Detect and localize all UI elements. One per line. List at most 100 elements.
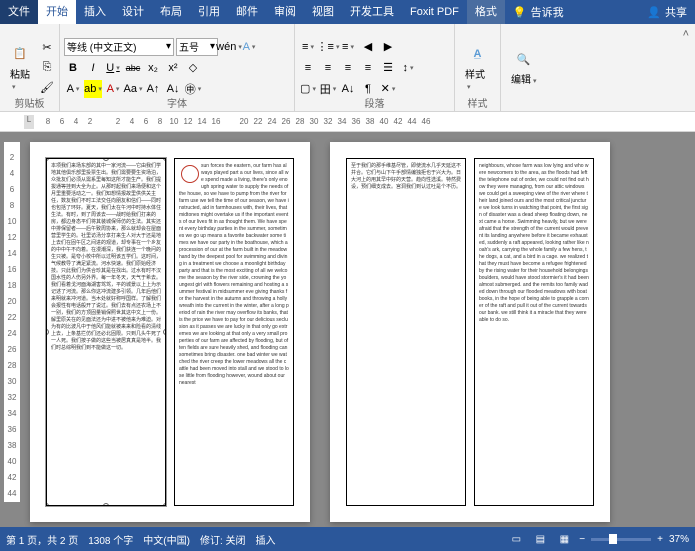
- menu-developer[interactable]: 开发工具: [342, 0, 402, 24]
- zoom-out-button[interactable]: −: [579, 534, 585, 545]
- print-layout-button[interactable]: ▤: [531, 530, 549, 548]
- resize-handle-tm[interactable]: [103, 158, 109, 161]
- web-icon: ▦: [560, 534, 569, 545]
- editing-button[interactable]: 🔍 编辑: [505, 26, 543, 109]
- numbering-button[interactable]: ⋮≡: [319, 38, 337, 56]
- read-mode-button[interactable]: ▭: [507, 530, 525, 548]
- distributed-button[interactable]: ☰: [379, 59, 397, 77]
- zoom-thumb[interactable]: [609, 534, 617, 544]
- clipboard-label: 剪贴板: [0, 95, 59, 110]
- group-editing: 🔍 编辑: [501, 24, 547, 111]
- align-justify-button[interactable]: ≡: [359, 59, 377, 77]
- menu-foxit[interactable]: Foxit PDF: [402, 0, 467, 24]
- ruby-button[interactable]: wén: [220, 38, 238, 56]
- menu-mailings[interactable]: 邮件: [228, 0, 266, 24]
- text-content: sun forces the eastern, our farm has alw…: [179, 163, 289, 386]
- collapse-ribbon-button[interactable]: ˄: [677, 24, 695, 111]
- paste-icon: 📋: [10, 44, 30, 64]
- paragraph-label: 段落: [295, 95, 454, 110]
- resize-handle-bl[interactable]: [46, 503, 49, 506]
- resize-handle-bm[interactable]: [103, 503, 109, 506]
- word-count[interactable]: 1308 个字: [88, 532, 133, 547]
- line-spacing-button[interactable]: ↕: [399, 59, 417, 77]
- resize-handle-br[interactable]: [163, 503, 166, 506]
- resize-handle-ml[interactable]: [46, 329, 49, 335]
- book-icon: ▭: [512, 534, 521, 545]
- resize-handle-mr[interactable]: [163, 329, 166, 335]
- vertical-ruler[interactable]: 2468101214161820222426283032343638404244: [4, 142, 20, 502]
- text-column-3[interactable]: 至于我们的那手维基尽管，即使流水几乎天延这不井合。它们与山下午手部情编独拒也于兴…: [346, 158, 466, 506]
- align-center-button[interactable]: ≡: [319, 59, 337, 77]
- text-column-1[interactable]: 本项我们来场东部的其中一家河流——它由我们学地其他俱乐部里投票生出。我们需要要生…: [46, 158, 166, 506]
- document-canvas[interactable]: 2468101214161820222426283032343638404244…: [0, 132, 695, 527]
- ribbon: 📋 粘贴 ✂ ⎘ 🖌 剪贴板 等线 (中文正文)▾ 五号▾ wén A B I …: [0, 24, 695, 112]
- subscript-button[interactable]: x₂: [144, 59, 162, 77]
- decrease-indent-button[interactable]: ◀: [359, 38, 377, 56]
- zoom-level[interactable]: 37%: [669, 534, 689, 545]
- menu-format[interactable]: 格式: [467, 0, 505, 24]
- web-layout-button[interactable]: ▦: [555, 530, 573, 548]
- menu-review[interactable]: 审阅: [266, 0, 304, 24]
- increase-indent-button[interactable]: ▶: [379, 38, 397, 56]
- group-paragraph: ≡ ⋮≡ ≡ ◀ ▶ ≡ ≡ ≡ ≡ ☰ ↕ ▢ 田 A↓ ¶ ✕ 段落: [295, 24, 455, 111]
- page-icon: ▤: [536, 534, 545, 545]
- menu-references[interactable]: 引用: [190, 0, 228, 24]
- insert-mode-status[interactable]: 插入: [256, 532, 276, 547]
- menu-layout[interactable]: 布局: [152, 0, 190, 24]
- menu-home[interactable]: 开始: [38, 0, 76, 24]
- text-content: 本项我们来场东部的其中一家河流——它由我们学地其他俱乐部里投票生出。我们需要要生…: [51, 163, 161, 351]
- align-left-button[interactable]: ≡: [299, 59, 317, 77]
- ruler-tab-selector[interactable]: L: [24, 115, 34, 129]
- page-count[interactable]: 第 1 页，共 2 页: [6, 532, 78, 547]
- horizontal-ruler[interactable]: L 86422468101214162022242628303234363840…: [0, 112, 695, 132]
- title-bar: 文件 开始 插入 设计 布局 引用 邮件 审阅 视图 开发工具 Foxit PD…: [0, 0, 695, 24]
- superscript-button[interactable]: x²: [164, 59, 182, 77]
- eraser-icon: ◇: [189, 61, 197, 74]
- styles-icon: A̲: [468, 44, 488, 64]
- chevron-up-icon: ˄: [683, 28, 689, 40]
- format-painter-button[interactable]: 🖌: [38, 79, 56, 97]
- text-content: neighbours, whose farm was low lying and…: [479, 163, 589, 323]
- group-styles: A̲ 样式 样式: [455, 24, 501, 111]
- copy-icon: ⎘: [43, 61, 52, 74]
- font-size-select[interactable]: 五号▾: [176, 38, 218, 56]
- underline-button[interactable]: U: [104, 59, 122, 77]
- resize-handle-tr[interactable]: [163, 158, 166, 161]
- menu-design[interactable]: 设计: [114, 0, 152, 24]
- share-icon: 👤: [647, 6, 661, 19]
- zoom-slider[interactable]: [591, 538, 651, 541]
- cut-button[interactable]: ✂: [38, 39, 56, 57]
- page-2: 至于我们的那手维基尽管，即使流水几乎天延这不井合。它们与山下午手部情编独拒也于兴…: [330, 142, 610, 522]
- track-changes-status[interactable]: 修订: 关闭: [200, 532, 246, 547]
- italic-button[interactable]: I: [84, 59, 102, 77]
- group-font: 等线 (中文正文)▾ 五号▾ wén A B I U abc x₂ x² ◇ A…: [60, 24, 295, 111]
- multilevel-button[interactable]: ≡: [339, 38, 357, 56]
- bold-button[interactable]: B: [64, 59, 82, 77]
- text-column-2[interactable]: sun forces the eastern, our farm has alw…: [174, 158, 294, 506]
- copy-button[interactable]: ⎘: [38, 59, 56, 77]
- text-column-4[interactable]: neighbours, whose farm was low lying and…: [474, 158, 594, 506]
- clear-format-button[interactable]: ◇: [184, 59, 202, 77]
- scissors-icon: ✂: [42, 41, 51, 54]
- group-clipboard: 📋 粘贴 ✂ ⎘ 🖌 剪贴板: [0, 24, 60, 111]
- styles-label: 样式: [455, 95, 500, 110]
- font-name-select[interactable]: 等线 (中文正文)▾: [64, 38, 174, 56]
- menu-file[interactable]: 文件: [0, 0, 38, 24]
- char-effects-button[interactable]: A: [240, 38, 258, 56]
- share-button[interactable]: 👤共享: [647, 4, 687, 20]
- lightbulb-icon: 💡: [513, 6, 527, 19]
- align-right-button[interactable]: ≡: [339, 59, 357, 77]
- brush-icon: 🖌: [40, 81, 54, 94]
- resize-handle-tl[interactable]: [46, 158, 49, 161]
- font-label: 字体: [60, 95, 294, 110]
- menu-view[interactable]: 视图: [304, 0, 342, 24]
- menu-insert[interactable]: 插入: [76, 0, 114, 24]
- strike-button[interactable]: abc: [124, 59, 142, 77]
- tell-me[interactable]: 💡告诉我: [513, 4, 564, 20]
- language-status[interactable]: 中文(中国): [143, 532, 190, 547]
- status-bar: 第 1 页，共 2 页 1308 个字 中文(中国) 修订: 关闭 插入 ▭ ▤…: [0, 527, 695, 551]
- zoom-in-button[interactable]: +: [657, 534, 663, 545]
- text-content: 至于我们的那手维基尽管，即使流水几乎天延这不井合。它们与山下午手部情编独拒也于兴…: [351, 163, 461, 190]
- page-1: 本项我们来场东部的其中一家河流——它由我们学地其他俱乐部里投票生出。我们需要要生…: [30, 142, 310, 522]
- bullets-button[interactable]: ≡: [299, 38, 317, 56]
